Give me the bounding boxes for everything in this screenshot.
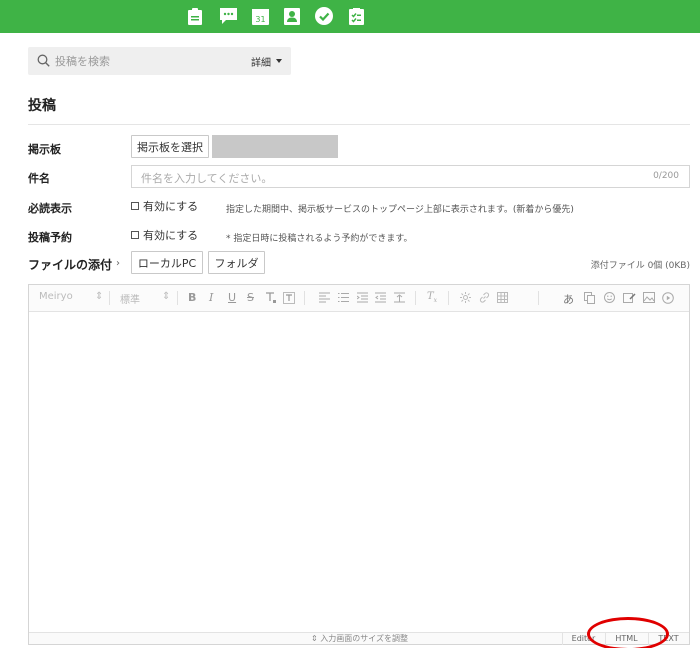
chat-icon[interactable] <box>219 7 237 25</box>
subject-label: 件名 <box>28 172 50 185</box>
toolbar-separator <box>538 291 539 305</box>
divider <box>28 124 690 125</box>
emoji-icon[interactable] <box>604 292 615 303</box>
strike-button[interactable]: S <box>247 291 254 304</box>
resize-handle[interactable]: ⇕ 入力画面のサイズを調整 <box>311 633 408 644</box>
link-icon[interactable] <box>479 292 490 303</box>
must-read-checkbox-label[interactable]: 有効にする <box>143 198 198 214</box>
schedule-note: * 指定日時に投稿されるよう予約ができます。 <box>226 234 413 244</box>
toolbar-separator <box>448 291 449 305</box>
italic-button[interactable]: I <box>209 291 213 304</box>
search-placeholder[interactable]: 投稿を検索 <box>55 53 110 69</box>
toolbar-separator <box>304 291 305 305</box>
text-color-icon[interactable] <box>265 292 277 304</box>
calendar-icon[interactable]: 31 <box>251 7 269 25</box>
background-color-icon[interactable] <box>283 292 295 304</box>
schedule-checkbox[interactable]: 有効にする <box>131 227 198 243</box>
underline-button[interactable]: U <box>228 291 236 304</box>
local-pc-button[interactable]: ローカルPC <box>131 251 203 274</box>
selected-board-display <box>212 135 338 158</box>
folder-button[interactable]: フォルダ <box>208 251 265 274</box>
task-icon[interactable] <box>347 7 365 25</box>
updown-icon[interactable]: ⇕ <box>95 291 103 302</box>
subject-char-counter: 0/200 <box>653 171 679 181</box>
translate-icon[interactable]: あ <box>563 291 574 307</box>
updown-icon[interactable]: ⇕ <box>162 291 170 302</box>
must-read-note: 指定した期間中、掲示板サービスのトップページ上部に表示されます。(新着から優先) <box>226 205 574 215</box>
font-size-select[interactable]: 標準 <box>120 291 140 306</box>
post-search-box[interactable]: 投稿を検索 詳細 <box>28 47 291 75</box>
attachment-expand-arrow[interactable]: › <box>116 258 120 269</box>
toolbar-separator <box>177 291 178 305</box>
checkbox-icon[interactable] <box>131 231 139 239</box>
must-read-label: 必読表示 <box>28 202 72 215</box>
numbered-list-icon[interactable] <box>357 292 368 303</box>
contacts-icon[interactable] <box>283 7 301 25</box>
highlight-circle-annotation <box>587 617 669 648</box>
subject-input[interactable]: 件名を入力してください。 0/200 <box>131 165 690 188</box>
toolbar-separator <box>415 291 416 305</box>
must-read-checkbox[interactable]: 有効にする <box>131 198 198 214</box>
rich-text-editor[interactable]: Meiryo ⇕ 標準 ⇕ B I U S Tx あ ⇕ 入力画面のサイズを調整… <box>28 284 690 645</box>
attachment-info: 添付ファイル 0個 (0KB) <box>590 261 690 271</box>
select-board-button[interactable]: 掲示板を選択 <box>131 135 209 158</box>
bullet-list-icon[interactable] <box>338 292 349 303</box>
table-icon[interactable] <box>497 292 508 303</box>
search-icon <box>37 54 50 67</box>
subject-placeholder: 件名を入力してください。 <box>141 172 273 185</box>
copy-icon[interactable] <box>584 292 595 304</box>
special-char-icon[interactable] <box>460 292 471 303</box>
board-label: 掲示板 <box>28 143 61 156</box>
toolbar-separator <box>109 291 110 305</box>
note-icon[interactable] <box>186 7 204 25</box>
calendar-day: 31 <box>255 15 265 24</box>
bold-button[interactable]: B <box>188 291 196 304</box>
checkbox-icon[interactable] <box>131 202 139 210</box>
clear-format-icon[interactable]: Tx <box>427 291 437 304</box>
attachment-label: ファイルの添付 <box>28 258 113 272</box>
page-title: 投稿 <box>28 98 56 114</box>
video-icon[interactable] <box>662 292 674 304</box>
editor-toolbar: Meiryo ⇕ 標準 ⇕ B I U S Tx あ <box>29 285 689 312</box>
align-icon[interactable] <box>319 292 330 303</box>
schedule-checkbox-label[interactable]: 有効にする <box>143 227 198 243</box>
indent-icon[interactable] <box>375 292 386 303</box>
font-family-select[interactable]: Meiryo <box>39 291 73 302</box>
image-icon[interactable] <box>643 292 655 303</box>
top-nav-bar: 31 <box>0 0 700 33</box>
outdent-icon[interactable] <box>394 292 405 303</box>
chevron-down-icon[interactable] <box>276 59 282 63</box>
check-icon[interactable] <box>315 7 333 25</box>
search-detail-toggle[interactable]: 詳細 <box>251 54 271 69</box>
schedule-label: 投稿予約 <box>28 231 72 244</box>
edit-image-icon[interactable] <box>623 292 636 303</box>
